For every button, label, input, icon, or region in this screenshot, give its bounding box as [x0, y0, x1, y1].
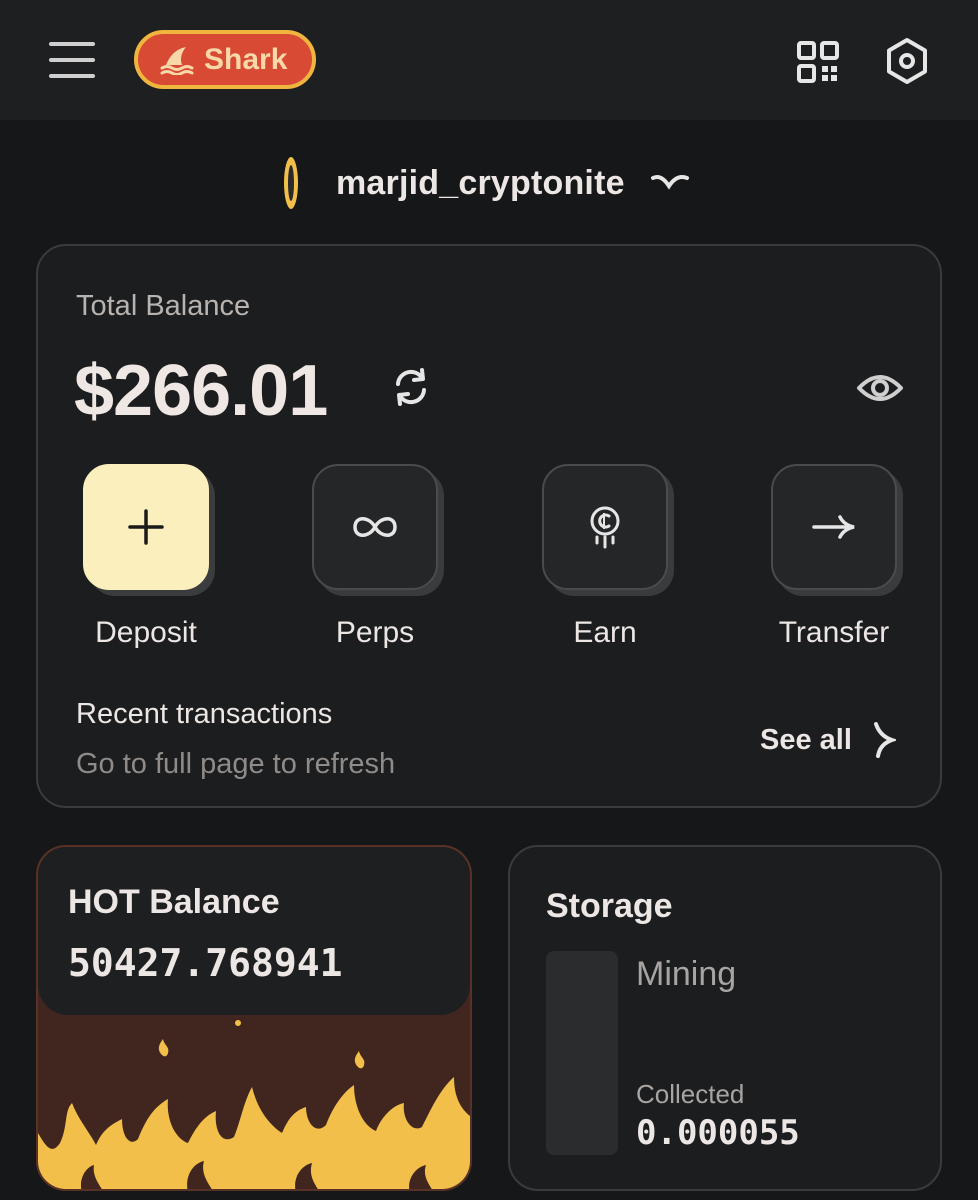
- perps-action: Perps: [295, 464, 455, 650]
- recent-transactions-title: Recent transactions: [76, 698, 333, 730]
- earn-button[interactable]: [542, 464, 668, 590]
- hot-balance-header: HOT Balance 50427.768941: [38, 847, 470, 1015]
- hot-balance-value: 50427.768941: [68, 941, 343, 985]
- deposit-button[interactable]: [83, 464, 209, 590]
- hamburger-menu-icon: [49, 42, 95, 46]
- menu-button[interactable]: [44, 36, 100, 84]
- balance-card: Total Balance $266.01 Deposit Perps Earn…: [36, 244, 942, 808]
- storage-image-placeholder: [546, 951, 618, 1155]
- chevron-down-icon: [650, 175, 689, 190]
- hexagon-settings-icon[interactable]: [882, 36, 932, 86]
- account-avatar-icon: [284, 157, 298, 209]
- collected-label: Collected: [636, 1079, 745, 1109]
- deposit-label: Deposit: [95, 616, 197, 649]
- hot-balance-title: HOT Balance: [68, 883, 280, 921]
- eye-icon[interactable]: [856, 368, 904, 408]
- recent-transactions-subtitle: Go to full page to refresh: [76, 748, 396, 780]
- shark-badge[interactable]: Shark: [134, 30, 316, 89]
- earn-label: Earn: [573, 616, 637, 649]
- account-selector[interactable]: marjid_cryptonite: [278, 150, 691, 216]
- fire-illustration: [38, 1020, 470, 1189]
- total-balance-label: Total Balance: [76, 290, 251, 322]
- coin-icon: [590, 506, 620, 549]
- hot-balance-card[interactable]: HOT Balance 50427.768941: [36, 845, 472, 1191]
- total-balance-value: $266.01: [74, 351, 328, 431]
- arrow-right-icon: [812, 515, 855, 539]
- qr-code-icon[interactable]: [796, 40, 840, 84]
- deposit-action: Deposit: [66, 464, 226, 650]
- storage-title: Storage: [546, 887, 673, 925]
- storage-mining-status: Mining: [636, 955, 737, 993]
- refresh-icon[interactable]: [390, 366, 432, 408]
- chevron-right-icon: [873, 722, 896, 758]
- storage-card[interactable]: Storage Mining Collected 0.000055: [508, 845, 942, 1191]
- see-all-link[interactable]: See all: [760, 720, 896, 760]
- plus-icon: [128, 509, 164, 545]
- shark-badge-label: Shark: [204, 42, 288, 76]
- transfer-action: Transfer: [754, 464, 914, 650]
- see-all-label: See all: [760, 723, 852, 756]
- perps-label: Perps: [335, 616, 415, 649]
- infinity-icon: [353, 517, 397, 537]
- transfer-label: Transfer: [778, 616, 890, 649]
- top-bar: Shark: [0, 0, 978, 120]
- collected-value: 0.000055: [636, 1113, 800, 1153]
- perps-button[interactable]: [312, 464, 438, 590]
- transfer-button[interactable]: [771, 464, 897, 590]
- account-username: marjid_cryptonite: [336, 163, 625, 202]
- earn-action: Earn: [525, 464, 685, 650]
- shark-fin-icon: [160, 46, 194, 75]
